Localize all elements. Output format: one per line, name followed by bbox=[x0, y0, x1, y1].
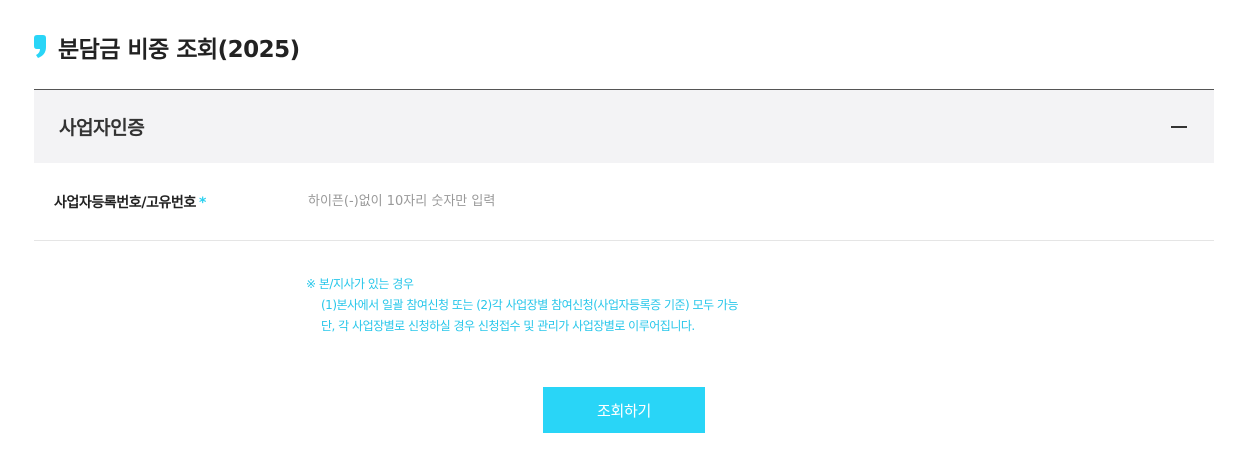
quote-mark-icon bbox=[33, 34, 47, 60]
business-number-label: 사업자등록번호/고유번호 * bbox=[54, 192, 308, 212]
section-header[interactable]: 사업자인증 bbox=[34, 89, 1214, 163]
required-mark: * bbox=[199, 194, 206, 211]
section-title: 사업자인증 bbox=[59, 117, 145, 139]
search-button[interactable]: 조회하기 bbox=[543, 387, 705, 433]
notice-text: ※ 본/지사가 있는 경우 (1)본사에서 일괄 참여신청 또는 (2)각 사업… bbox=[306, 274, 739, 337]
page-title: 분담금 비중 조회(2025) bbox=[58, 37, 300, 63]
minus-icon[interactable] bbox=[1169, 117, 1189, 137]
business-number-input[interactable] bbox=[308, 185, 908, 218]
business-number-label-text: 사업자등록번호/고유번호 bbox=[54, 194, 196, 211]
notice-line-1: ※ 본/지사가 있는 경우 bbox=[306, 277, 414, 291]
business-number-row: 사업자등록번호/고유번호 * bbox=[34, 163, 1214, 241]
business-auth-section: 사업자인증 사업자등록번호/고유번호 * bbox=[34, 89, 1214, 241]
notice-line-2: (1)본사에서 일괄 참여신청 또는 (2)각 사업장별 참여신청(사업자등록증… bbox=[321, 298, 739, 312]
page-header: 분담금 비중 조회(2025) bbox=[33, 30, 300, 64]
notice-line-3: 단, 각 사업장별로 신청하실 경우 신청접수 및 관리가 사업장별로 이루어집… bbox=[321, 319, 695, 333]
